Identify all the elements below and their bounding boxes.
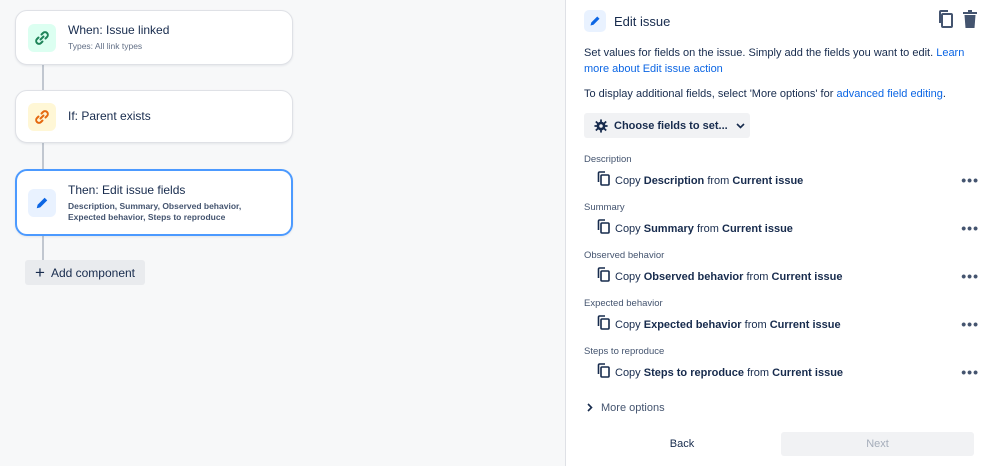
- intro-text: Set values for fields on the issue. Simp…: [584, 47, 934, 59]
- copy-icon: [597, 219, 610, 239]
- field-value: Copy Description from Current issue: [615, 175, 804, 187]
- gear-icon: [594, 118, 608, 133]
- field-value-row[interactable]: Copy Observed behavior from Current issu…: [584, 267, 979, 287]
- field-label: Summary: [584, 202, 625, 213]
- panel-title: Edit issue: [614, 13, 671, 29]
- copy-icon: [597, 363, 610, 383]
- connector-line: [42, 64, 44, 91]
- add-component-label: Add component: [50, 265, 135, 280]
- field-label: Description: [584, 154, 632, 165]
- link-icon: [28, 23, 56, 52]
- more-options-toggle[interactable]: More options: [587, 402, 665, 414]
- field-value: Copy Observed behavior from Current issu…: [615, 271, 843, 283]
- node-title: If: Parent exists: [68, 109, 151, 123]
- more-options-label: More options: [601, 402, 665, 414]
- panel-hint: To display additional fields, select 'Mo…: [584, 86, 974, 102]
- chevron-down-icon: [736, 120, 745, 132]
- node-subtitle: Types: All link types: [68, 41, 143, 51]
- field-label: Steps to reproduce: [584, 346, 665, 357]
- pencil-icon: [584, 10, 606, 32]
- field-item-summary: Summary Copy Summary from Current issue …: [584, 202, 979, 238]
- field-value: Copy Summary from Current issue: [615, 223, 793, 235]
- field-item-description: Description Copy Description from Curren…: [584, 154, 979, 190]
- copy-icon: [597, 171, 610, 191]
- back-button[interactable]: Back: [667, 433, 697, 455]
- node-subtitle: Description, Summary, Observed behavior,…: [68, 200, 242, 222]
- edit-issue-panel: Edit issue Set values for fields on the …: [567, 0, 999, 466]
- pencil-icon: [28, 188, 56, 217]
- condition-node[interactable]: If: Parent exists: [15, 90, 293, 143]
- panel-header: Edit issue: [584, 9, 979, 33]
- more-actions-icon[interactable]: •••: [961, 365, 979, 379]
- field-value: Copy Steps to reproduce from Current iss…: [615, 367, 844, 379]
- plus-icon: +: [35, 263, 45, 282]
- field-label: Observed behavior: [584, 250, 665, 261]
- hint-end: .: [942, 88, 946, 100]
- field-label: Expected behavior: [584, 298, 663, 309]
- more-actions-icon[interactable]: •••: [961, 317, 979, 331]
- copy-icon[interactable]: [937, 9, 955, 34]
- connector-line: [42, 235, 44, 261]
- panel-description: Set values for fields on the issue. Simp…: [584, 45, 974, 77]
- chevron-right-icon: [587, 402, 593, 414]
- copy-icon: [597, 267, 610, 287]
- more-actions-icon[interactable]: •••: [961, 269, 979, 283]
- choose-fields-label: Choose fields to set...: [614, 119, 728, 132]
- rule-canvas: When: Issue linked Types: All link types…: [0, 0, 566, 466]
- advanced-field-editing-link[interactable]: advanced field editing: [836, 88, 942, 100]
- trigger-node[interactable]: When: Issue linked Types: All link types: [15, 10, 293, 65]
- field-value-row[interactable]: Copy Description from Current issue •••: [584, 171, 979, 191]
- field-item-steps-to-reproduce: Steps to reproduce Copy Steps to reprodu…: [584, 346, 979, 382]
- field-item-observed-behavior: Observed behavior Copy Observed behavior…: [584, 250, 979, 286]
- link-icon: [28, 102, 56, 131]
- action-node[interactable]: Then: Edit issue fields Description, Sum…: [15, 169, 293, 236]
- node-title: When: Issue linked: [68, 23, 170, 37]
- more-actions-icon[interactable]: •••: [961, 173, 979, 187]
- choose-fields-button[interactable]: Choose fields to set...: [584, 113, 750, 138]
- add-component-button[interactable]: + Add component: [25, 260, 145, 285]
- node-title: Then: Edit issue fields: [68, 182, 186, 197]
- hint-text: To display additional fields, select 'Mo…: [584, 88, 834, 100]
- more-actions-icon[interactable]: •••: [961, 221, 979, 235]
- field-item-expected-behavior: Expected behavior Copy Expected behavior…: [584, 298, 979, 334]
- next-button[interactable]: Next: [781, 432, 974, 456]
- field-value-row[interactable]: Copy Summary from Current issue •••: [584, 219, 979, 239]
- field-value-row[interactable]: Copy Steps to reproduce from Current iss…: [584, 363, 979, 383]
- copy-icon: [597, 315, 610, 335]
- connector-line: [42, 142, 44, 170]
- field-value: Copy Expected behavior from Current issu…: [615, 319, 841, 331]
- trash-icon[interactable]: [961, 9, 979, 34]
- field-value-row[interactable]: Copy Expected behavior from Current issu…: [584, 315, 979, 335]
